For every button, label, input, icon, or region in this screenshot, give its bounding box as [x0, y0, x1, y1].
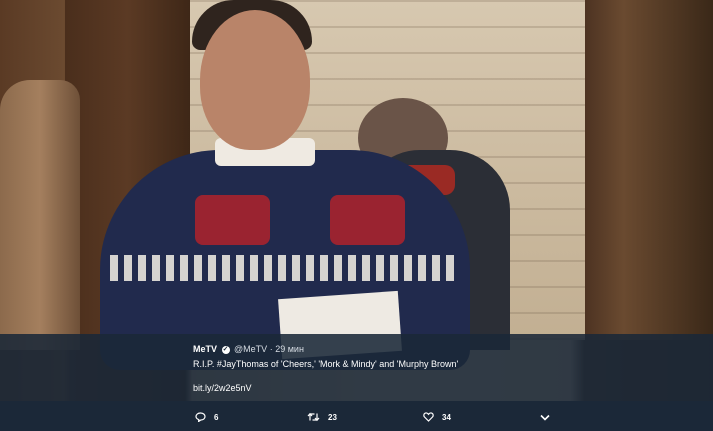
retweet-count: 23	[328, 412, 337, 422]
timestamp[interactable]: 29 мин	[275, 344, 304, 354]
sweater-band	[110, 255, 460, 281]
tweet-text: R.I.P. #JayThomas of 'Cheers,' 'Mork & M…	[193, 359, 459, 369]
tweet-actions: 6 23 34	[0, 401, 713, 431]
chevron-down-icon	[540, 414, 550, 421]
retweet-button[interactable]: 23	[307, 410, 337, 424]
verified-badge-icon: ✓	[221, 345, 230, 354]
like-count: 34	[442, 412, 451, 422]
sweater-red-pattern	[330, 195, 405, 245]
reply-count: 6	[214, 412, 219, 422]
more-options-button[interactable]	[540, 410, 550, 424]
like-button[interactable]: 34	[423, 410, 451, 424]
man-face	[200, 10, 310, 150]
hanging-coat	[0, 80, 80, 350]
sweater-red-pattern	[195, 195, 270, 245]
reply-button[interactable]: 6	[195, 410, 218, 424]
user-handle[interactable]: @MeTV	[234, 344, 267, 354]
retweet-icon	[307, 412, 320, 422]
reply-icon	[195, 412, 206, 422]
wood-door	[585, 0, 713, 340]
tweet-header: MeTV ✓ @MeTV · 29 мин	[193, 344, 304, 354]
separator: ·	[269, 344, 273, 354]
heart-icon	[423, 412, 434, 422]
display-name[interactable]: MeTV	[193, 344, 217, 354]
tweet-link[interactable]: bit.ly/2w2e5nV	[193, 383, 252, 393]
